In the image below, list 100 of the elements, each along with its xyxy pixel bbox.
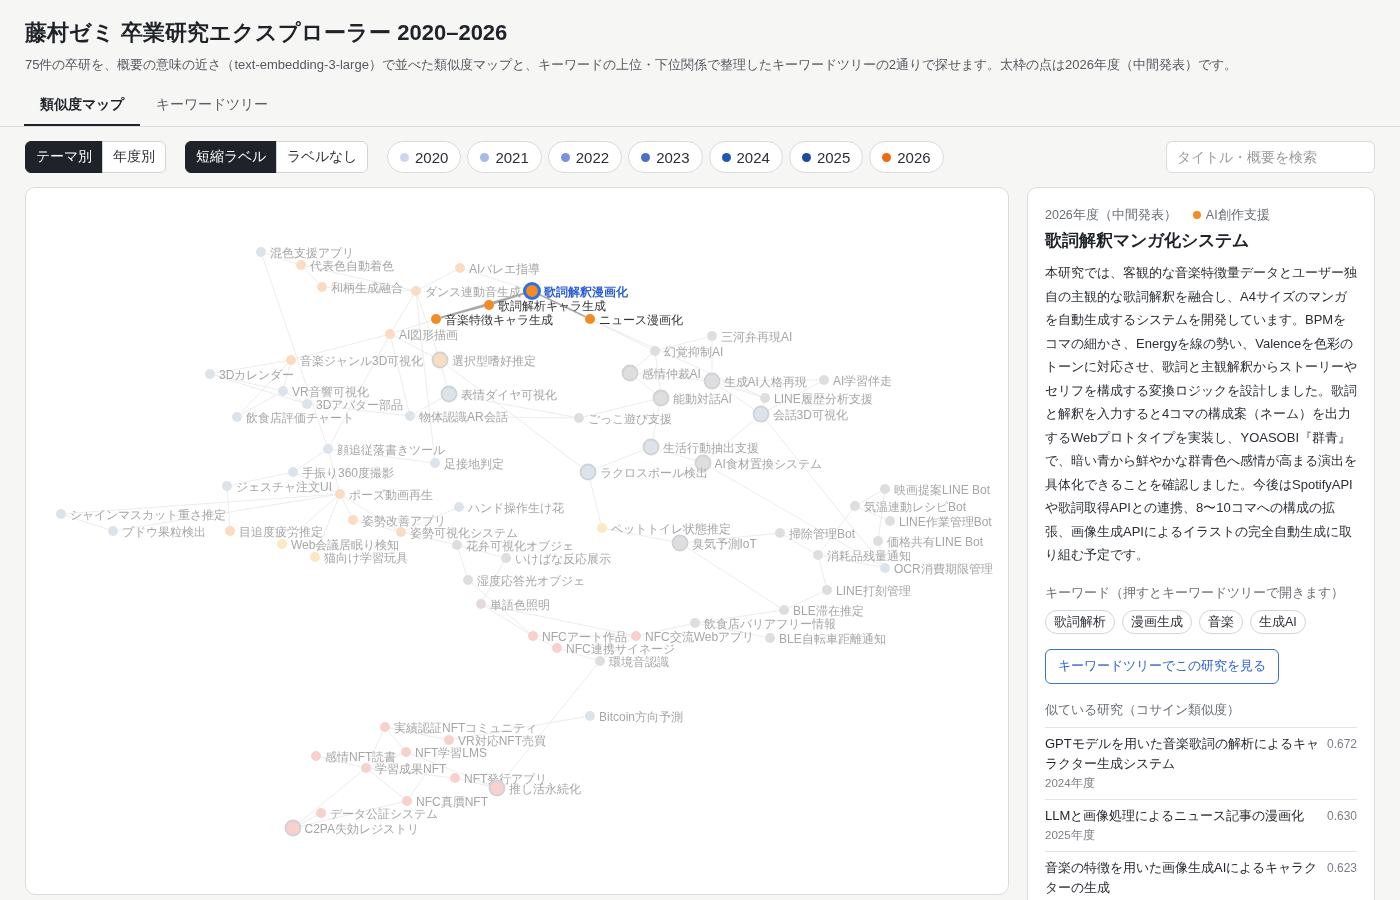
- node-label[interactable]: LINE履歴分析支援: [774, 391, 873, 406]
- node-dot[interactable]: [302, 399, 312, 409]
- node-label[interactable]: AI食材置換システム: [714, 456, 822, 471]
- node-dot[interactable]: [430, 458, 440, 468]
- node-dot[interactable]: [385, 329, 395, 339]
- node-label[interactable]: ポーズ動画再生: [349, 487, 433, 502]
- node-label[interactable]: データ公証システム: [330, 806, 438, 821]
- node-label[interactable]: OCR消費期限管理: [894, 561, 993, 576]
- node-label[interactable]: 足接地判定: [444, 456, 504, 471]
- node-label[interactable]: ジェスチャ注文UI: [236, 479, 332, 494]
- node-dot[interactable]: [316, 808, 326, 818]
- node-label[interactable]: 飲食店評価チャート: [246, 410, 354, 425]
- node-dot[interactable]: [707, 331, 717, 341]
- label-option[interactable]: 短縮ラベル: [185, 141, 277, 173]
- node-dot[interactable]: [411, 286, 421, 296]
- node-dot[interactable]: [484, 300, 494, 310]
- year-filter-chip[interactable]: 2020: [387, 141, 462, 173]
- node-label[interactable]: 飲食店バリアフリー情報: [704, 616, 836, 631]
- node-label[interactable]: LINE打刻管理: [836, 583, 911, 598]
- node-dot[interactable]: [528, 631, 538, 641]
- node-dot[interactable]: [455, 263, 465, 273]
- node-label[interactable]: いけばな反応展示: [515, 551, 611, 566]
- node-dot[interactable]: [819, 375, 829, 385]
- node-dot[interactable]: [873, 536, 883, 546]
- node-label[interactable]: 映画提案LINE Bot: [894, 482, 991, 497]
- keyword-chip[interactable]: 音楽: [1199, 609, 1243, 634]
- node-label[interactable]: ニュース漫画化: [599, 312, 683, 327]
- node-dot[interactable]: [585, 314, 595, 324]
- node-dot[interactable]: [323, 444, 333, 454]
- node-dot[interactable]: [450, 773, 460, 783]
- node-dot[interactable]: [288, 467, 298, 477]
- node-label[interactable]: ハンド操作生け花: [468, 500, 564, 515]
- node-label[interactable]: 歌詞解釈漫画化: [543, 284, 628, 299]
- node-dot[interactable]: [775, 528, 785, 538]
- node-label[interactable]: 実績認証NFTコミュニティ: [394, 720, 538, 735]
- node-label[interactable]: 湿度応答光オブジェ: [477, 573, 585, 588]
- year-filter-chip[interactable]: 2025: [788, 141, 864, 173]
- node-dot[interactable]: [310, 552, 320, 562]
- node-dot[interactable]: [476, 599, 486, 609]
- node-label[interactable]: AI図形描画: [399, 327, 459, 342]
- node-label[interactable]: AI学習伴走: [833, 373, 893, 388]
- node-dot[interactable]: [585, 711, 595, 721]
- node-dot[interactable]: [317, 282, 327, 292]
- node-label[interactable]: NFCアート作品: [542, 629, 627, 644]
- node-dot[interactable]: [813, 550, 823, 560]
- node-dot[interactable]: [108, 526, 118, 536]
- search-field[interactable]: タイトル・概要を検索: [1166, 141, 1375, 173]
- node-label[interactable]: 目追度疲労推定: [239, 524, 323, 539]
- node-label[interactable]: 歌詞解析キャラ生成: [498, 298, 606, 313]
- similar-research-link[interactable]: GPTモデルを用いた音楽歌詞の解析によるキャラクター生成システム: [1045, 733, 1321, 774]
- node-label[interactable]: AIバレエ指導: [469, 261, 541, 276]
- node-dot[interactable]: [225, 526, 235, 536]
- node-label[interactable]: LINE作業管理Bot: [899, 514, 992, 529]
- node-dot[interactable]: [690, 618, 700, 628]
- node-dot[interactable]: [885, 516, 895, 526]
- keyword-chip[interactable]: 歌詞解析: [1045, 609, 1115, 634]
- node-dot[interactable]: [631, 631, 641, 641]
- node-dot[interactable]: [765, 633, 775, 643]
- node-label[interactable]: 和柄生成融合: [331, 280, 403, 295]
- node-label[interactable]: 生活行動抽出支援: [662, 440, 759, 455]
- node-dot[interactable]: [361, 763, 371, 773]
- year-filter-chip[interactable]: 2022: [547, 141, 623, 173]
- node-label[interactable]: 3Dカレンダー: [219, 367, 295, 382]
- node-label[interactable]: NFC真贋NFT: [416, 794, 488, 809]
- node-dot[interactable]: [822, 585, 832, 595]
- node-dot[interactable]: [454, 502, 464, 512]
- node-dot[interactable]: [597, 523, 607, 533]
- node-dot[interactable]: [760, 393, 770, 403]
- node-label[interactable]: Bitcoin方向予測: [599, 709, 684, 724]
- node-label[interactable]: VR対応NFT売買: [458, 733, 546, 748]
- year-filter-chip[interactable]: 2026: [869, 141, 944, 173]
- node-label[interactable]: 花弁可視化オブジェ: [466, 538, 574, 553]
- node-label[interactable]: NFT学習LMS: [415, 745, 487, 760]
- node-label[interactable]: ブドウ果粒検出: [122, 524, 206, 539]
- node-label[interactable]: BLE滞在推定: [793, 603, 864, 618]
- node-dot[interactable]: [405, 411, 415, 421]
- node-label[interactable]: 単語色照明: [490, 597, 550, 612]
- node-dot[interactable]: [205, 369, 215, 379]
- node-label[interactable]: シャインマスカット重さ推定: [70, 507, 226, 522]
- node-label[interactable]: 能動対話AI: [672, 391, 732, 406]
- view-tab[interactable]: キーワードツリー: [140, 84, 284, 126]
- node-label[interactable]: 感情仲裁AI: [641, 366, 701, 381]
- node-label[interactable]: 音楽ジャンル3D可視化: [300, 353, 424, 368]
- node-dot[interactable]: [880, 484, 890, 494]
- node-label[interactable]: ペットトイレ状態推定: [611, 521, 731, 536]
- node-label[interactable]: 生成AI人格再現: [723, 374, 807, 389]
- node-dot[interactable]: [463, 575, 473, 585]
- node-label[interactable]: NFC交流Webアプリ: [645, 629, 755, 644]
- node-label[interactable]: 会話3D可視化: [772, 407, 848, 422]
- node-dot[interactable]: [222, 481, 232, 491]
- node-dot[interactable]: [286, 355, 296, 365]
- node-label[interactable]: ラクロスボール検出: [599, 465, 708, 480]
- keyword-chip[interactable]: 生成AI: [1250, 609, 1306, 634]
- node-label[interactable]: 猫向け学習玩具: [324, 550, 408, 565]
- grouping-option[interactable]: 年度別: [102, 141, 166, 173]
- view-tab[interactable]: 類似度マップ: [24, 84, 140, 126]
- node-label[interactable]: 掃除管理Bot: [789, 526, 855, 541]
- node-label[interactable]: 物体認識AR会話: [419, 409, 508, 424]
- node-label[interactable]: 価格共有LINE Bot: [887, 534, 984, 549]
- year-filter-chip[interactable]: 2024: [708, 141, 783, 173]
